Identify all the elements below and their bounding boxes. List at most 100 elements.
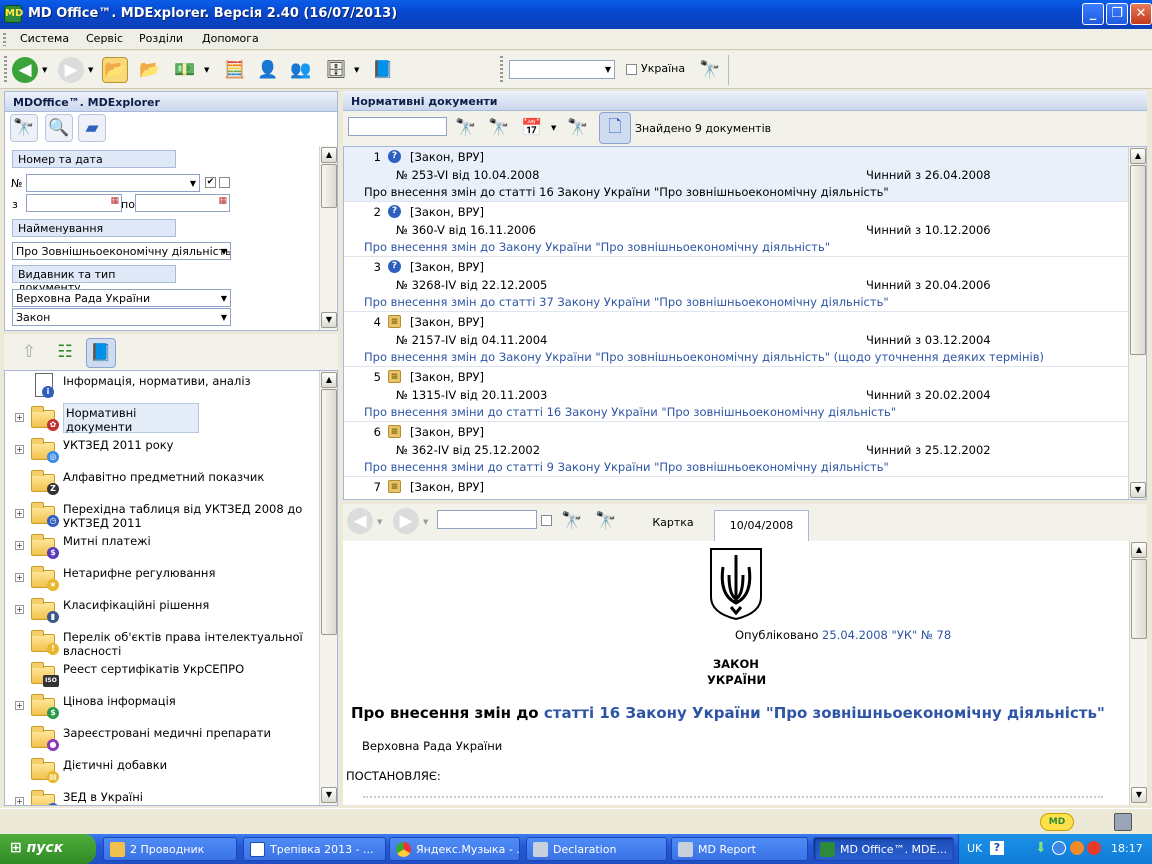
tab-card[interactable]: Картка [643, 516, 703, 529]
date-to-input[interactable]: ▦ [135, 194, 230, 212]
menu-sections[interactable]: Розділи [139, 32, 183, 45]
number-checkbox-checked[interactable]: ✔ [205, 177, 216, 188]
back-dropdown-icon[interactable]: ▼ [377, 518, 382, 526]
ukraine-checkbox[interactable] [626, 64, 637, 75]
tree-item[interactable]: + ★ Нетарифне регулювання [15, 563, 333, 595]
document-icon[interactable]: 🗋 [599, 112, 631, 144]
filter-combo[interactable]: ▼ [509, 60, 615, 79]
doc-type-combo[interactable]: Закон ▼ [12, 308, 231, 326]
tree-item[interactable]: + ▮ ЗЕД в Україні [15, 787, 333, 805]
publisher-combo[interactable]: Верховна Рада України ▼ [12, 289, 231, 307]
tree-item[interactable]: ▤ Дієтичні добавки [15, 755, 333, 787]
date-from-input[interactable]: ▦ [26, 194, 122, 212]
binoculars-plus-icon[interactable]: 🔍 [45, 114, 73, 142]
viewer-search-input[interactable] [437, 510, 537, 529]
forward-dropdown-icon[interactable]: ▼ [423, 518, 428, 526]
book-icon[interactable]: 📘 [86, 338, 116, 368]
expand-plus-icon[interactable]: + [15, 541, 24, 550]
doc-row[interactable]: 4 ≡ [Закон, ВРУ] № 2157-IV від 04.11.2004 Чи… [344, 312, 1130, 367]
tree-item[interactable]: + $ Митні платежі [15, 531, 333, 563]
tree-item[interactable]: ISO Реест сертифікатів УкрСЕПРО [15, 659, 333, 691]
docs-scrollbar[interactable]: ▲ ▼ [1128, 147, 1146, 499]
search-icon[interactable]: 🔭 [453, 115, 479, 141]
tree-scrollbar[interactable]: ▲ ▼ [319, 371, 337, 805]
expand-plus-icon[interactable]: + [15, 797, 24, 805]
title-bar[interactable]: MD MD Office™. MDExplorer. Версія 2.40 (… [0, 0, 1152, 29]
calculator-icon[interactable]: 🧮 [222, 57, 248, 83]
name-combo[interactable]: Про Зовнішньоекономічну діяльність ▼ [12, 242, 231, 260]
tree-item[interactable]: + $ Цінова інформація [15, 691, 333, 723]
tray-icon-1[interactable] [1052, 841, 1066, 855]
expand-plus-icon[interactable]: + [15, 445, 24, 454]
search-icon[interactable]: 🔭 [697, 57, 723, 83]
minimize-button[interactable]: _ [1082, 3, 1104, 25]
scroll-thumb[interactable] [321, 389, 337, 635]
task-word[interactable]: Трепівка 2013 - ... [243, 837, 386, 861]
search-more-icon[interactable]: 🔭 [593, 508, 619, 534]
back-icon[interactable]: ◀ [12, 57, 38, 83]
device-icon[interactable]: 🗄 [323, 57, 349, 83]
binoculars-icon[interactable]: 🔭 [565, 115, 591, 141]
tab-date[interactable]: 10/04/2008 [714, 510, 809, 541]
forward-icon[interactable]: ▶ [58, 57, 84, 83]
scroll-thumb[interactable] [1131, 559, 1147, 639]
scroll-up-icon[interactable]: ▲ [1131, 542, 1147, 558]
scroll-down-icon[interactable]: ▼ [321, 312, 337, 328]
md-logo-icon[interactable]: MD [1040, 813, 1074, 831]
task-md-report[interactable]: MD Report [671, 837, 808, 861]
back-icon[interactable]: ◀ [347, 508, 373, 534]
scroll-thumb[interactable] [321, 164, 337, 208]
expand-plus-icon[interactable]: + [15, 701, 24, 710]
search-scrollbar[interactable]: ▲ ▼ [319, 146, 337, 330]
scroll-up-icon[interactable]: ▲ [1130, 148, 1146, 164]
eraser-icon[interactable]: ▰ [78, 114, 106, 142]
tree-item[interactable]: i Інформація, нормативи, аналіз [15, 371, 333, 403]
expand-plus-icon[interactable]: + [15, 509, 24, 518]
calendar-icon[interactable]: ▦ [110, 196, 119, 206]
scroll-down-icon[interactable]: ▼ [1130, 482, 1146, 498]
tree-item[interactable]: + ✿ Нормативні документи [15, 403, 333, 435]
tree-item[interactable]: ! Перелік об'єктів права інтелектуальної … [15, 627, 333, 659]
docs-search-input[interactable] [348, 117, 447, 136]
tree-item[interactable]: ● Зареєстровані медичні препарати [15, 723, 333, 755]
doc-row[interactable]: 1? [Закон, ВРУ] № 253-VI від 10.04.2008 Чин… [344, 147, 1130, 202]
tree-item[interactable]: + ◷ Перехідна таблиця від УКТЗЕД 2008 до У… [15, 499, 333, 531]
language-indicator[interactable]: UK [967, 842, 982, 855]
tree-item[interactable]: + ▮ Класифікаційні рішення [15, 595, 333, 627]
users-icon[interactable]: 👥 [288, 57, 314, 83]
tree-add-icon[interactable]: ☷ [52, 339, 78, 365]
scroll-up-icon[interactable]: ▲ [321, 147, 337, 163]
doc-row[interactable]: 2? [Закон, ВРУ] № 360-V від 16.11.2006 Чинн… [344, 202, 1130, 257]
start-button[interactable]: ⊞ пуск [0, 834, 96, 864]
sort-date-icon[interactable]: 📅 [519, 115, 545, 141]
currency-icon[interactable]: 💵 [172, 57, 198, 83]
viewer-scrollbar[interactable]: ▲ ▼ [1129, 541, 1147, 805]
scroll-up-icon[interactable]: ▲ [321, 372, 337, 388]
viewer-checkbox[interactable] [541, 515, 552, 526]
menu-service[interactable]: Сервіс [86, 32, 123, 45]
tree-item[interactable]: + ◎ УКТЗЕД 2011 року [15, 435, 333, 467]
search-more-icon[interactable]: 🔭 [486, 115, 512, 141]
doc-row[interactable]: 5 ≡ [Закон, ВРУ] № 1315-IV від 20.11.2003 Чи… [344, 367, 1130, 422]
tree-item[interactable]: Z Алфавітно предметний показчик [15, 467, 333, 499]
close-button[interactable]: ✕ [1130, 3, 1152, 25]
doc-row[interactable]: 3? [Закон, ВРУ] № 3268-IV від 22.12.2005 Чи… [344, 257, 1130, 312]
up-level-icon[interactable]: ⇧ [16, 339, 42, 365]
currency-dropdown-icon[interactable]: ▼ [204, 66, 209, 74]
scroll-down-icon[interactable]: ▼ [321, 787, 337, 803]
forward-dropdown-icon[interactable]: ▼ [88, 66, 93, 74]
scroll-down-icon[interactable]: ▼ [1131, 787, 1147, 803]
menu-system[interactable]: Система [20, 32, 69, 45]
user-icon[interactable]: 👤 [255, 57, 281, 83]
task-browser[interactable]: Яндекс.Музыка - ... [389, 837, 520, 861]
published-link[interactable]: 25.04.2008 "УК" № 78 [822, 628, 951, 642]
calendar-icon[interactable]: ▦ [218, 196, 227, 206]
folder-star-icon[interactable]: 📂 [137, 57, 163, 83]
task-md-office[interactable]: MD Office™. MDE... [813, 837, 954, 861]
menu-help[interactable]: Допомога [202, 32, 259, 45]
tray-icon-3[interactable] [1087, 841, 1101, 855]
network-icon[interactable] [1114, 813, 1132, 831]
expand-plus-icon[interactable]: + [15, 413, 24, 422]
binoculars-icon[interactable]: 🔭 [10, 114, 38, 142]
task-explorer[interactable]: 2 Проводник [103, 837, 237, 861]
